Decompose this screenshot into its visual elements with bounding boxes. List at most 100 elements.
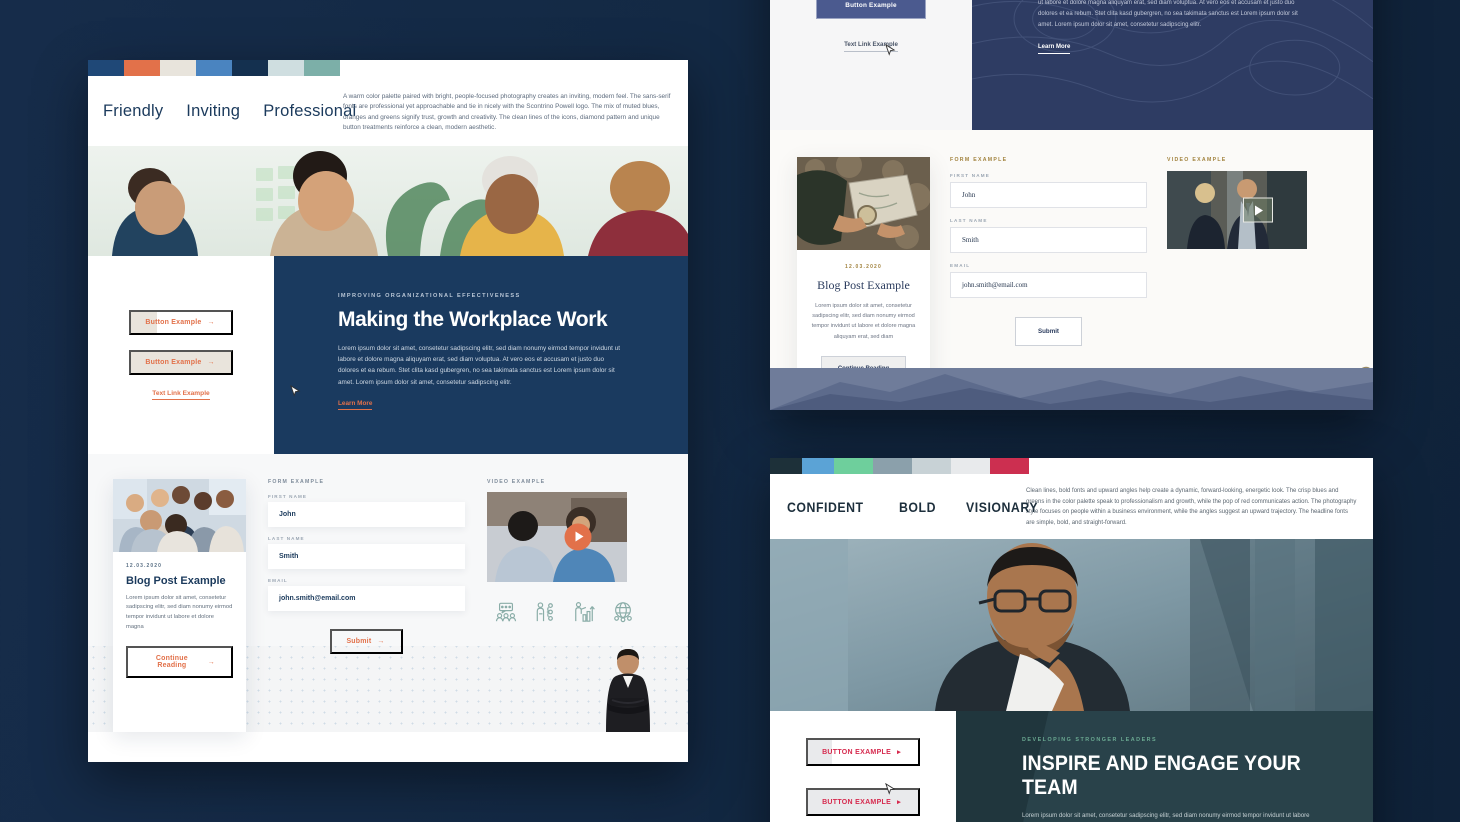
blog-excerpt-strengthening: Lorem ipsum dolor sit amet, consetetur s…	[811, 303, 916, 340]
hero-headline-confident: INSPIRE AND ENGAGE YOUR TEAM	[1022, 752, 1301, 799]
color-swatch-row-confident	[770, 458, 1373, 474]
hero-photo-businessman	[770, 539, 1373, 711]
video-thumbnail-strengthening[interactable]	[1167, 171, 1349, 249]
blog-thumbnail-map-compass	[797, 157, 930, 250]
arrow-right-icon: →	[207, 358, 215, 366]
first-name-input-strengthening[interactable]: John	[950, 182, 1147, 208]
first-name-label-strengthening: FIRST NAME	[950, 173, 991, 178]
video-section-label-friendly: VIDEO EXAMPLE	[487, 478, 546, 485]
email-input-strengthening[interactable]: john.smith@email.com	[950, 272, 1147, 298]
globe-network-icon	[614, 601, 632, 622]
button-example-confident-2-label: BUTTON EXAMPLE	[822, 798, 892, 806]
swatch-green	[834, 458, 873, 474]
hero-eyebrow-friendly: IMPROVING ORGANIZATIONAL EFFECTIVENESS	[338, 292, 521, 299]
form-example-friendly: FORM EXAMPLE FIRST NAME John LAST NAME S…	[268, 479, 465, 732]
swatch-teal	[304, 60, 340, 76]
keyword-confident: CONFIDENT	[787, 499, 864, 515]
arrow-right-icon: →	[207, 318, 215, 326]
button-example-1-label: Button Example	[145, 318, 202, 326]
swatch-navy	[88, 60, 124, 76]
person-network-icon	[536, 601, 553, 621]
hero-copy-friendly: IMPROVING ORGANIZATIONAL EFFECTIVENESS M…	[274, 255, 688, 454]
hero-headline-friendly: Making the Workplace Work	[338, 307, 608, 331]
blog-title-strengthening: Blog Post Example	[817, 278, 910, 292]
components-section-friendly: 12.03.2020 Blog Post Example Lorem ipsum…	[88, 453, 688, 732]
brand-board-strengthening: Button Example Text Link Example Strengt…	[770, 0, 1373, 410]
button-example-confident-1-label: BUTTON EXAMPLE	[822, 748, 892, 756]
swatch-blue	[802, 458, 834, 474]
button-example-1-wrap: Button Example →	[129, 309, 233, 335]
keyword-bold: BOLD	[899, 499, 937, 515]
mountain-range-footer	[770, 368, 1373, 410]
button-example-confident-1[interactable]: BUTTON EXAMPLE ▸	[806, 738, 920, 766]
text-link-example-strengthening[interactable]: Text Link Example	[844, 41, 898, 52]
first-name-input-friendly[interactable]: John	[268, 501, 465, 527]
learn-more-link-strengthening[interactable]: Learn More	[1038, 44, 1071, 55]
hero-split-friendly: Button Example → Button Example → Text L…	[88, 255, 688, 454]
hero-body-friendly: Lorem ipsum dolor sit amet, consetetur s…	[338, 344, 621, 386]
arrow-right-icon: ▸	[897, 799, 901, 806]
button-showcase-strengthening: Button Example Text Link Example	[770, 0, 972, 130]
button-example-strengthening[interactable]: Button Example	[816, 0, 926, 19]
play-button-icon-friendly[interactable]	[564, 523, 591, 550]
button-showcase-confident: BUTTON EXAMPLE ▸ BUTTON EXAMPLE ▸	[770, 711, 956, 822]
last-name-label-strengthening: LAST NAME	[950, 218, 988, 223]
button-example-1[interactable]: Button Example →	[129, 309, 233, 335]
button-example-confident-2[interactable]: BUTTON EXAMPLE ▸	[806, 788, 920, 816]
continue-reading-label: Continue Reading	[155, 655, 188, 670]
video-thumbnail-friendly[interactable]	[487, 491, 668, 582]
keyword-friendly: Friendly	[103, 102, 164, 121]
icon-set-friendly	[487, 601, 668, 623]
swatch-pale-blue	[268, 60, 304, 76]
blog-post-card-strengthening[interactable]: 12.03.2020 Blog Post Example Lorem ipsum…	[797, 157, 930, 399]
swatch-orange	[124, 60, 160, 76]
arrow-right-icon: →	[377, 637, 385, 645]
blog-excerpt-friendly: Lorem ipsum dolor sit amet, consetetur s…	[126, 594, 233, 631]
submit-button-friendly[interactable]: Submit →	[330, 628, 403, 654]
video-section-label-strengthening: VIDEO EXAMPLE	[1167, 157, 1227, 163]
learn-more-link-friendly[interactable]: Learn More	[338, 400, 373, 411]
swatch-crimson	[990, 458, 1029, 474]
button-example-2-label: Button Example	[145, 358, 202, 366]
components-section-strengthening: 12.03.2020 Blog Post Example Lorem ipsum…	[770, 130, 1373, 410]
keyword-visionary: VISIONARY	[966, 499, 1039, 515]
form-section-label-friendly: FORM EXAMPLE	[268, 478, 325, 485]
hero-body-strengthening: Lorem ipsum dolor sit amet, consetetur s…	[1038, 0, 1298, 29]
hero-copy-confident: DEVELOPING STRONGER LEADERS INSPIRE AND …	[956, 711, 1373, 822]
email-label-strengthening: EMAIL	[950, 263, 971, 268]
last-name-label-friendly: LAST NAME	[268, 535, 305, 541]
color-swatch-row-friendly	[88, 60, 688, 76]
group-chat-icon	[495, 602, 517, 621]
blog-date-strengthening: 12.03.2020	[844, 264, 883, 270]
last-name-input-friendly[interactable]: Smith	[268, 543, 465, 569]
blog-title-friendly: Blog Post Example	[126, 574, 226, 587]
text-link-example-friendly[interactable]: Text Link Example	[152, 390, 210, 400]
hero-copy-strengthening: Strengthening Organizations Lorem ipsum …	[972, 0, 1373, 130]
brand-header-confident: CONFIDENT BOLD VISIONARY Clean lines, bo…	[770, 474, 1373, 539]
last-name-input-strengthening[interactable]: Smith	[950, 227, 1147, 253]
arrow-right-icon: ▸	[897, 749, 901, 756]
swatch-blue	[196, 60, 232, 76]
play-button-icon-strengthening[interactable]	[1243, 197, 1273, 223]
arrow-right-icon: →	[207, 658, 215, 666]
form-example-strengthening: FORM EXAMPLE FIRST NAME John LAST NAME S…	[950, 157, 1147, 399]
email-input-friendly[interactable]: john.smith@email.com	[268, 585, 465, 611]
businessman-cutout-photo	[606, 648, 650, 732]
hero-eyebrow-confident: DEVELOPING STRONGER LEADERS	[1022, 737, 1158, 743]
hero-body-confident: Lorem ipsum dolor sit amet, consetetur s…	[1022, 812, 1310, 819]
swatch-light-blue-grey	[912, 458, 951, 474]
form-section-label-strengthening: FORM EXAMPLE	[950, 157, 1008, 163]
brand-header-friendly: Friendly Inviting Professional A warm co…	[88, 76, 688, 146]
swatch-dark-navy	[232, 60, 268, 76]
blog-date-friendly: 12.03.2020	[126, 562, 163, 569]
brand-board-friendly: Friendly Inviting Professional A warm co…	[88, 60, 688, 762]
brand-keywords-friendly: Friendly Inviting Professional	[88, 90, 356, 134]
swatch-pale-grey	[951, 458, 990, 474]
button-example-2[interactable]: Button Example →	[129, 349, 233, 375]
email-label-friendly: EMAIL	[268, 577, 288, 583]
submit-button-strengthening[interactable]: Submit	[1015, 317, 1082, 346]
brand-keywords-confident: CONFIDENT BOLD VISIONARY	[770, 486, 1038, 528]
continue-reading-button-friendly[interactable]: Continue Reading →	[126, 646, 233, 679]
blog-post-card-friendly[interactable]: 12.03.2020 Blog Post Example Lorem ipsum…	[113, 478, 246, 732]
swatch-cream	[160, 60, 196, 76]
